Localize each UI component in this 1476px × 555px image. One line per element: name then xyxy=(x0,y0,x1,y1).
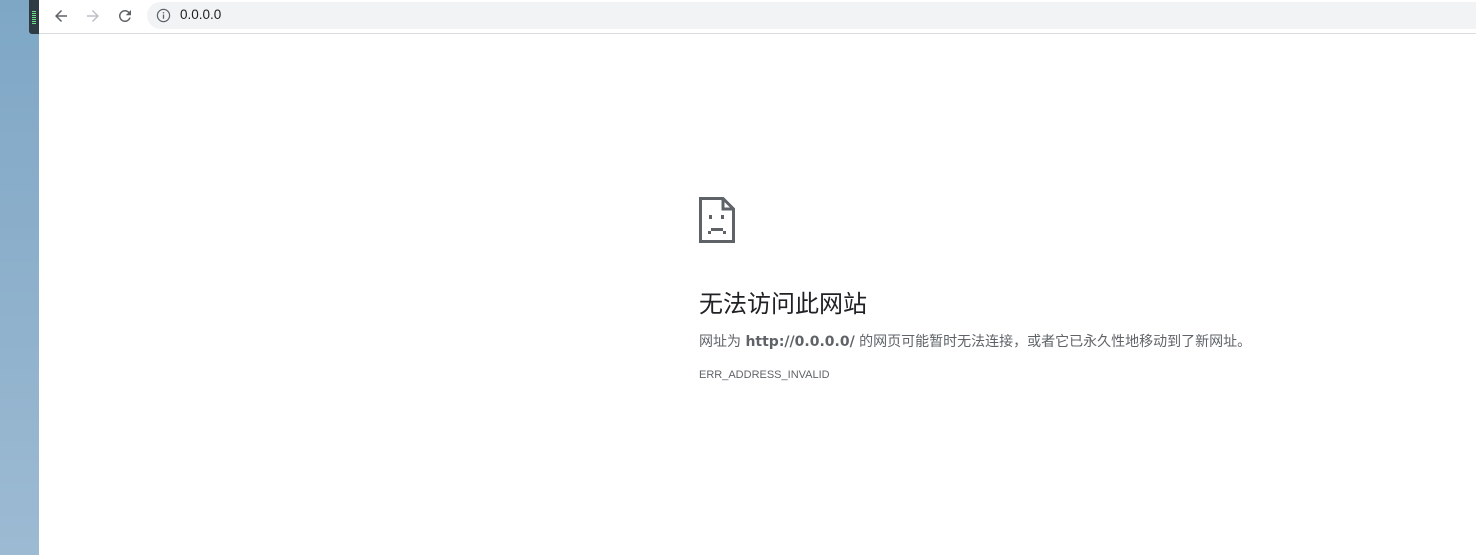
taskbar-edge xyxy=(29,0,39,34)
browser-window: 0.0.0.0 无法访问此网站 网址为 http://0.0.0.0/ 的网页可… xyxy=(39,0,1476,555)
taskbar-indicator-icon xyxy=(32,11,36,25)
browser-toolbar: 0.0.0.0 xyxy=(39,0,1476,34)
sad-file-icon xyxy=(699,197,735,243)
forward-arrow-icon xyxy=(87,10,99,22)
reload-button[interactable] xyxy=(112,3,138,29)
reload-icon xyxy=(118,9,131,22)
error-title: 无法访问此网站 xyxy=(699,290,867,318)
error-code: ERR_ADDRESS_INVALID xyxy=(699,369,830,381)
description-prefix: 网址为 xyxy=(699,334,746,350)
description-url: http://0.0.0.0/ xyxy=(745,334,855,350)
info-icon[interactable] xyxy=(156,8,171,23)
back-arrow-icon xyxy=(55,10,67,22)
url-text[interactable]: 0.0.0.0 xyxy=(180,7,221,22)
forward-button[interactable] xyxy=(80,3,106,29)
desktop-background xyxy=(0,0,39,555)
address-bar[interactable]: 0.0.0.0 xyxy=(147,2,1476,29)
error-description: 网址为 http://0.0.0.0/ 的网页可能暂时无法连接，或者它已永久性地… xyxy=(699,332,1399,352)
back-button[interactable] xyxy=(48,3,74,29)
error-content: 无法访问此网站 网址为 http://0.0.0.0/ 的网页可能暂时无法连接，… xyxy=(699,197,1399,381)
description-suffix: 的网页可能暂时无法连接，或者它已永久性地移动到了新网址。 xyxy=(854,334,1252,350)
